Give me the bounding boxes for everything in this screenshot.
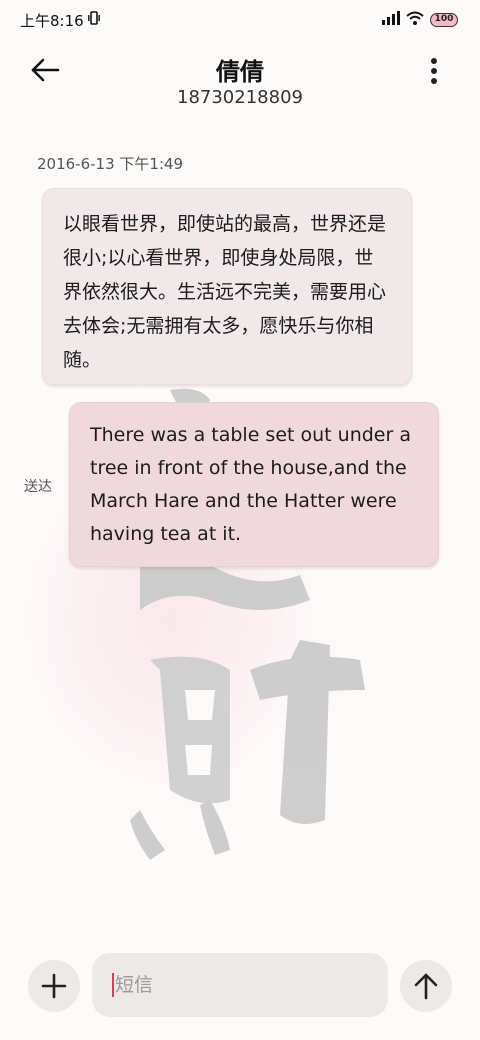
- status-left: 上午8:16: [20, 10, 100, 31]
- composer-bar: [0, 950, 480, 1020]
- sms-input-container[interactable]: [92, 953, 388, 1017]
- more-vertical-icon: [431, 58, 437, 84]
- vibrate-icon: [87, 11, 100, 29]
- status-time: 上午8:16: [20, 11, 84, 30]
- contact-number[interactable]: 18730218809: [0, 87, 480, 108]
- signal-icon: [382, 11, 400, 29]
- status-bar: 上午8:16 100: [0, 0, 480, 40]
- wifi-icon: [406, 11, 424, 29]
- send-button[interactable]: [400, 960, 452, 1012]
- status-right: 100: [382, 11, 458, 29]
- received-message-bubble[interactable]: 以眼看世界，即使站的最高，世界还是很小;以心看世界，即使身处局限，世界依然很大。…: [42, 188, 412, 385]
- sent-message-bubble[interactable]: There was a table set out under a tree i…: [69, 402, 439, 567]
- conversation-header: 倩倩 18730218809: [0, 44, 480, 114]
- battery-icon: 100: [430, 13, 458, 27]
- contact-name[interactable]: 倩倩: [0, 52, 480, 87]
- arrow-up-icon: [414, 973, 438, 1000]
- more-options-button[interactable]: [422, 54, 446, 88]
- add-attachment-button[interactable]: [28, 960, 80, 1012]
- message-timestamp: 2016-6-13 下午1:49: [37, 155, 184, 173]
- sms-input[interactable]: [115, 974, 355, 996]
- text-caret: [112, 973, 114, 997]
- delivery-status: 送达: [24, 479, 52, 495]
- plus-icon: [41, 973, 67, 999]
